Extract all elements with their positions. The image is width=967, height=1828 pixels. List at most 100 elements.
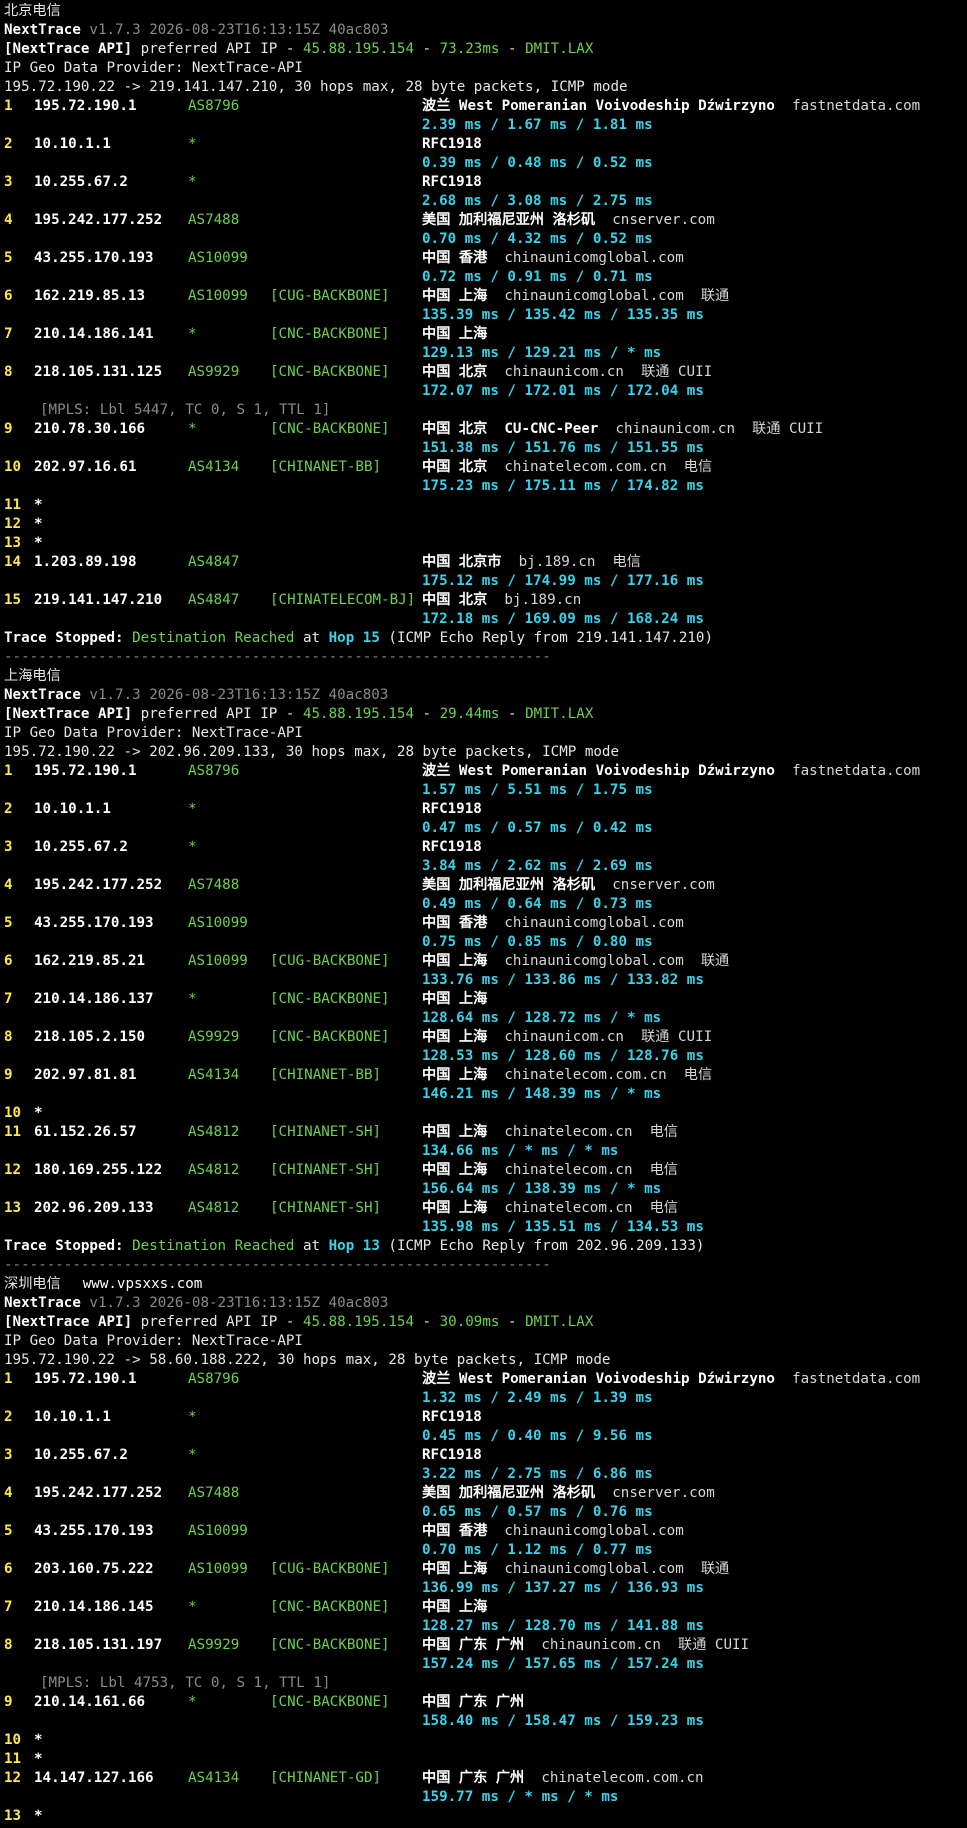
hop-asn: * — [188, 136, 197, 152]
hop-rtt-row: 1.32 ms / 2.49 ms / 1.39 ms — [4, 1389, 963, 1408]
hop-ip: 195.72.190.1 — [34, 763, 137, 779]
hop-asn: * — [188, 801, 197, 817]
hop-row: 4 195.242.177.252 AS7488 美国 加利福尼亚州 洛杉矶 cnse… — [4, 1484, 963, 1503]
hop-ip: 10.255.67.2 — [34, 1447, 128, 1463]
hop-number: 8 — [4, 1637, 13, 1653]
hop-row: 5 43.255.170.193 AS10099 中国 香港 chinaunicomg… — [4, 914, 963, 933]
hop-row: 11 * — [4, 1750, 963, 1769]
hop-geo-text: 中国 上海 — [422, 1162, 488, 1178]
hop-host: fastnetdata.com — [792, 1371, 921, 1387]
hop-number: 5 — [4, 1523, 13, 1539]
hop-rtt: 1.57 ms / 5.51 ms / 1.75 ms — [422, 782, 653, 798]
separator-line: ----------------------------------------… — [4, 1256, 963, 1275]
hop-tag: [CHINATELECOM-BJ] — [270, 592, 416, 608]
hop-asn: AS10099 — [188, 1561, 248, 1577]
hop-ip: 61.152.26.57 — [34, 1124, 137, 1140]
hop-asn: * — [188, 326, 197, 342]
hop-row: 8 218.105.131.197 AS9929 [CNC-BACKBONE] 中国 广… — [4, 1636, 963, 1655]
hop-asn: * — [188, 1694, 197, 1710]
api-text: preferred API IP - — [132, 1314, 303, 1330]
hop-ip: 10.255.67.2 — [34, 839, 128, 855]
hop-host: chinaunicomglobal.com — [504, 953, 684, 969]
hop-geo: 中国 香港 chinaunicomglobal.com — [422, 914, 684, 933]
hop-geo: RFC1918 — [422, 135, 482, 154]
hop-rtt: 0.65 ms / 0.57 ms / 0.76 ms — [422, 1504, 653, 1520]
stop-tail: (ICMP Echo Reply from 202.96.209.133) — [388, 1238, 705, 1254]
api-dash: - — [499, 1314, 526, 1330]
hop-asn: AS10099 — [188, 250, 248, 266]
hop-row: 8 218.105.131.125 AS9929 [CNC-BACKBONE] 中国 北… — [4, 363, 963, 382]
api-text: preferred API IP - — [132, 706, 303, 722]
section-title-text: 上海电信 — [4, 668, 61, 684]
hop-row: 10 * — [4, 1731, 963, 1750]
hop-host: chinaunicomglobal.com — [504, 1561, 684, 1577]
hop-row: 5 43.255.170.193 AS10099 中国 香港 chinaunicomg… — [4, 249, 963, 268]
hop-asn: * — [188, 1409, 197, 1425]
hop-geo: RFC1918 — [422, 1408, 482, 1427]
provider-text: IP Geo Data Provider: NextTrace-API — [4, 1333, 303, 1349]
hop-geo: 中国 北京 bj.189.cn — [422, 591, 581, 610]
hop-tag: [CHINANET-SH] — [270, 1162, 382, 1178]
hop-asn: AS10099 — [188, 1523, 248, 1539]
hop-geo: 美国 加利福尼亚州 洛杉矶 cnserver.com — [422, 1484, 715, 1503]
route-text: 195.72.190.22 -> 58.60.188.222, 30 hops … — [4, 1352, 611, 1368]
hop-host: chinaunicomglobal.com — [504, 288, 684, 304]
hop-ip: 43.255.170.193 — [34, 915, 154, 931]
hop-rtt: 158.40 ms / 158.47 ms / 159.23 ms — [422, 1713, 704, 1729]
hop-geo-text: RFC1918 — [422, 839, 482, 855]
hop-number: 9 — [4, 1067, 13, 1083]
hop-number: 9 — [4, 421, 13, 437]
hop-row: 2 10.10.1.1 * RFC1918 — [4, 1408, 963, 1427]
hop-isp: 电信 — [649, 1200, 678, 1216]
hop-geo: 中国 北京市 bj.189.cn 电信 — [422, 553, 641, 572]
hop-geo: 中国 广东 广州 — [422, 1693, 524, 1712]
section-title-text: 北京电信 — [4, 3, 61, 19]
stop-tail: (ICMP Echo Reply from 219.141.147.210) — [388, 630, 714, 646]
api-dash: - — [499, 41, 526, 57]
hop-rtt: 134.66 ms / * ms / * ms — [422, 1143, 619, 1159]
hop-host: chinaunicom.cn — [541, 1637, 661, 1653]
hop-number: 11 — [4, 1124, 22, 1140]
hop-geo-text: 美国 加利福尼亚州 洛杉矶 — [422, 1485, 596, 1501]
hop-ip: * — [34, 1732, 43, 1748]
hop-isp: 联通 — [700, 288, 730, 304]
hop-host: chinatelecom.cn — [504, 1200, 633, 1216]
api-ip: 45.88.195.154 — [302, 41, 415, 57]
api-latency: 30.09ms — [439, 1314, 500, 1330]
hop-isp: 电信 — [683, 459, 713, 475]
app-name: NextTrace — [4, 687, 81, 703]
hop-geo: 中国 广东 广州 chinatelecom.com.cn — [422, 1769, 704, 1788]
hop-rtt-row: 0.49 ms / 0.64 ms / 0.73 ms — [4, 895, 963, 914]
hop-ip: 162.219.85.13 — [34, 288, 146, 304]
stop-at: at — [302, 1238, 321, 1254]
hop-number: 10 — [4, 459, 22, 475]
hop-rtt-row: 151.38 ms / 151.76 ms / 151.55 ms — [4, 439, 963, 458]
version-line: NextTrace v1.7.3 2026-08-23T16:13:15Z 40… — [4, 686, 963, 705]
hop-geo: 中国 上海 chinaunicomglobal.com 联通 — [422, 952, 729, 971]
hop-asn: AS4812 — [188, 1200, 240, 1216]
hop-rtt: 128.27 ms / 128.70 ms / 141.88 ms — [422, 1618, 704, 1634]
hop-host: chinaunicomglobal.com — [504, 915, 684, 931]
hop-ip: * — [34, 1751, 43, 1767]
hop-geo-text: 美国 加利福尼亚州 洛杉矶 — [422, 212, 596, 228]
hop-number: 11 — [4, 497, 22, 513]
hop-ip: 195.242.177.252 — [34, 877, 163, 893]
hop-host: chinaunicomglobal.com — [504, 250, 684, 266]
hop-asn: AS10099 — [188, 915, 248, 931]
hop-isp: 电信 — [649, 1162, 678, 1178]
hop-host: cnserver.com — [612, 877, 715, 893]
hop-geo: 中国 上海 chinatelecom.cn 电信 — [422, 1123, 678, 1142]
hop-tag: [CNC-BACKBONE] — [270, 1694, 390, 1710]
hop-geo: 中国 上海 chinaunicomglobal.com 联通 — [422, 1560, 729, 1579]
hop-ip: 195.242.177.252 — [34, 1485, 163, 1501]
hop-geo-text: 中国 香港 — [422, 1523, 488, 1539]
hop-host: chinatelecom.cn — [504, 1162, 633, 1178]
hop-geo: 中国 广东 广州 chinaunicom.cn 联通 CUII — [422, 1636, 749, 1655]
hop-row: 11 * — [4, 496, 963, 515]
hop-host: cnserver.com — [612, 212, 715, 228]
hop-asn: AS10099 — [188, 953, 248, 969]
hop-number: 10 — [4, 1105, 22, 1121]
provider-text: IP Geo Data Provider: NextTrace-API — [4, 60, 303, 76]
hop-geo: RFC1918 — [422, 800, 482, 819]
hop-host: chinatelecom.com.cn — [541, 1770, 704, 1786]
